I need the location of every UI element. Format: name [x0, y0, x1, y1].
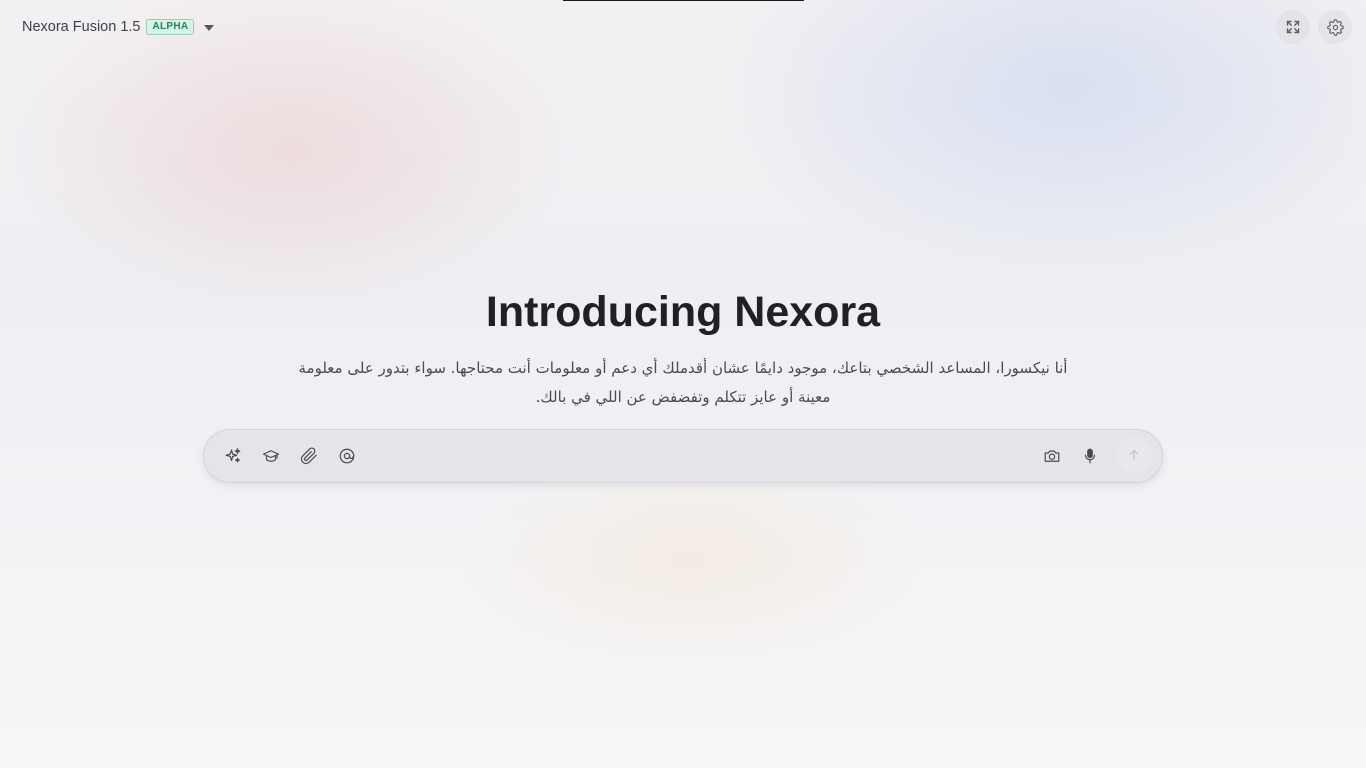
learn-button[interactable] [258, 443, 284, 469]
sparkles-button[interactable] [220, 443, 246, 469]
arrow-up-icon [1128, 449, 1140, 461]
hero-description: أنا نيكسورا، المساعد الشخصي بتاعك، موجود… [298, 359, 1068, 406]
expand-icon [1286, 20, 1300, 34]
sparkles-icon [224, 447, 242, 465]
hero-title: Introducing Nexora [485, 288, 881, 336]
chevron-down-icon[interactable] [204, 25, 215, 31]
alpha-badge: ALPHA [146, 19, 195, 35]
microphone-icon [1081, 447, 1099, 465]
message-input[interactable] [374, 443, 1018, 471]
gear-icon [1326, 18, 1344, 36]
camera-button[interactable] [1039, 443, 1065, 469]
mention-button[interactable] [334, 443, 360, 469]
attach-button[interactable] [296, 443, 322, 469]
settings-button[interactable] [1318, 10, 1352, 44]
chat-composer [203, 429, 1163, 483]
fullscreen-button[interactable] [1276, 10, 1310, 44]
top-indicator-line [563, 0, 804, 1]
model-name: Nexora Fusion 1.5 [22, 19, 141, 35]
camera-icon [1043, 447, 1061, 465]
model-selector[interactable]: Nexora Fusion 1.5 ALPHA [22, 17, 215, 37]
paperclip-icon [300, 447, 318, 465]
at-sign-icon [338, 447, 356, 465]
microphone-button[interactable] [1077, 443, 1103, 469]
send-button[interactable] [1116, 437, 1152, 473]
graduation-cap-icon [262, 447, 280, 465]
